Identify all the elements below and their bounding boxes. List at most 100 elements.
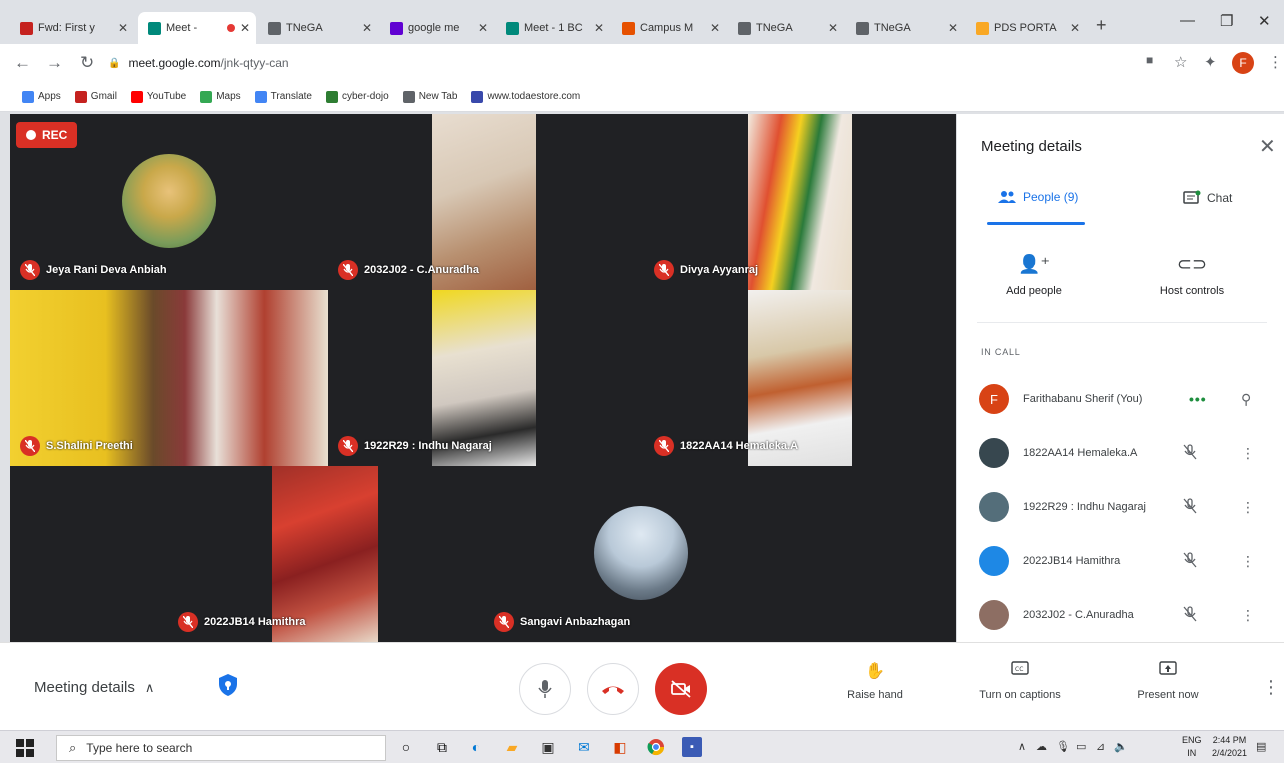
volume-icon[interactable]: 🔈 <box>1114 740 1128 753</box>
mic-tray-icon[interactable]: 🎙 <box>1056 740 1070 753</box>
participant-tile[interactable]: 2032J02 - C.Anuradha <box>328 114 644 290</box>
more-options-icon[interactable]: ⋮ <box>1241 607 1255 624</box>
camera-toggle-button[interactable] <box>655 663 707 715</box>
close-tab-icon[interactable]: ✕ <box>828 21 838 35</box>
bookmark-item[interactable]: Maps <box>200 90 241 103</box>
browser-tab[interactable]: Meet - 1 BC ✕ <box>496 12 610 44</box>
close-tab-icon[interactable]: ✕ <box>1070 21 1080 35</box>
participant-row[interactable]: 2022JB14 Hamithra ⋮ <box>957 534 1284 588</box>
bookmark-item[interactable]: www.todaestore.com <box>471 90 580 103</box>
present-now-button[interactable]: Present now <box>1118 661 1218 701</box>
mic-off-icon[interactable] <box>1183 443 1197 463</box>
camera-icon[interactable]: ■ <box>1146 53 1153 67</box>
translate-icon <box>254 90 267 103</box>
browser-tab[interactable]: google me ✕ <box>380 12 494 44</box>
forward-button[interactable]: → <box>46 53 63 73</box>
network-icon[interactable]: ⊿ <box>1096 740 1105 753</box>
taskbar-search-box[interactable]: ⌕ Type here to search <box>56 735 386 761</box>
mic-off-icon[interactable] <box>1183 497 1197 517</box>
more-options-icon[interactable]: ⋮ <box>1241 445 1255 462</box>
globe-icon <box>268 21 281 35</box>
back-button[interactable]: ← <box>14 53 31 73</box>
mail-icon[interactable]: ✉ <box>574 737 594 757</box>
maximize-button[interactable]: ❐ <box>1220 12 1233 30</box>
close-tab-icon[interactable]: ✕ <box>478 21 488 35</box>
more-options-icon[interactable]: ⋮ <box>1262 677 1280 698</box>
participant-tile[interactable]: 1922R29 : Indhu Nagaraj <box>328 290 644 466</box>
edge-icon[interactable]: ◐ <box>466 737 486 757</box>
close-tab-icon[interactable]: ✕ <box>240 21 250 35</box>
address-bar[interactable]: 🔒 meet.google.com/jnk-qtyy-can <box>108 50 1118 76</box>
shield-icon[interactable] <box>218 673 238 697</box>
close-tab-icon[interactable]: ✕ <box>710 21 720 35</box>
record-dot-icon <box>26 130 36 140</box>
meet-app-icon[interactable]: ▪ <box>682 737 702 757</box>
office-icon[interactable]: ◧ <box>610 737 630 757</box>
close-window-button[interactable]: ✕ <box>1258 12 1271 30</box>
file-explorer-icon[interactable]: ▰ <box>502 737 522 757</box>
close-tab-icon[interactable]: ✕ <box>362 21 372 35</box>
participant-row[interactable]: 1922R29 : Indhu Nagaraj ⋮ <box>957 480 1284 534</box>
new-tab-button[interactable]: + <box>1096 15 1107 36</box>
participant-row[interactable]: 1822AA14 Hemaleka.A ⋮ <box>957 426 1284 480</box>
participant-tile[interactable]: Divya Ayyanraj <box>644 114 956 290</box>
bookmark-star-icon[interactable]: ☆ <box>1174 53 1187 71</box>
clock[interactable]: 2:44 PM 2/4/2021 <box>1212 734 1247 760</box>
participant-tile[interactable]: S.Shalini Preethi <box>10 290 328 466</box>
participant-tile[interactable]: 2022JB14 Hamithra <box>168 466 484 642</box>
browser-tab[interactable]: Fwd: First y ✕ <box>10 12 134 44</box>
bookmark-item[interactable]: Gmail <box>74 90 117 103</box>
tab-chat[interactable]: Chat <box>1183 190 1232 206</box>
chrome-icon[interactable] <box>646 737 666 757</box>
browser-menu-icon[interactable]: ⋮ <box>1268 53 1283 71</box>
meeting-details-toggle[interactable]: Meeting details ∧ <box>34 679 154 696</box>
add-people-button[interactable]: 👤⁺ Add people <box>979 254 1089 297</box>
bookmark-item[interactable]: New Tab <box>402 90 457 103</box>
microphone-button[interactable] <box>519 663 571 715</box>
browser-tab[interactable]: TNeGA ✕ <box>728 12 844 44</box>
bookmark-item[interactable]: YouTube <box>130 90 186 103</box>
browser-tab[interactable]: Campus M ✕ <box>612 12 726 44</box>
browser-tab[interactable]: PDS PORTA ✕ <box>966 12 1086 44</box>
browser-tab[interactable]: Meet - ✕ <box>138 12 256 44</box>
participant-row[interactable]: 2032J02 - C.Anuradha ⋮ <box>957 588 1284 642</box>
raise-hand-button[interactable]: ✋ Raise hand <box>830 661 920 701</box>
language-indicator[interactable]: ENG IN <box>1182 734 1202 760</box>
close-tab-icon[interactable]: ✕ <box>594 21 604 35</box>
host-controls-button[interactable]: ⊂⊃ Host controls <box>1137 254 1247 297</box>
more-options-icon[interactable]: ⋮ <box>1241 499 1255 516</box>
extensions-icon[interactable]: ✦ <box>1204 53 1217 71</box>
bookmark-item[interactable]: Apps <box>22 90 61 103</box>
participant-row[interactable]: F Farithabanu Sherif (You) ••• ⚲ <box>957 372 1284 426</box>
close-tab-icon[interactable]: ✕ <box>118 21 128 35</box>
participant-tile[interactable]: Sangavi Anbazhagan <box>484 466 800 642</box>
task-view-icon[interactable]: ⧉ <box>432 737 452 757</box>
more-options-icon[interactable]: ⋮ <box>1241 553 1255 570</box>
tray-chevron-icon[interactable]: ∧ <box>1018 740 1026 753</box>
notifications-icon[interactable]: ▤ <box>1256 740 1266 753</box>
captions-button[interactable]: CC Turn on captions <box>960 661 1080 701</box>
reload-button[interactable]: ↻ <box>80 53 94 73</box>
cortana-icon[interactable]: ○ <box>396 737 416 757</box>
divider <box>977 322 1267 323</box>
windows-start-icon[interactable] <box>16 739 34 757</box>
battery-icon[interactable]: ▭ <box>1076 740 1086 753</box>
participant-tile[interactable]: 1822AA14 Hemaleka.A <box>644 290 956 466</box>
mic-off-icon[interactable] <box>1183 605 1197 625</box>
bookmark-item[interactable]: cyber-dojo <box>326 90 389 103</box>
browser-tab[interactable]: TNeGA ✕ <box>846 12 964 44</box>
minimize-button[interactable]: — <box>1180 12 1195 29</box>
tab-people[interactable]: People (9) <box>997 190 1078 204</box>
close-panel-icon[interactable]: ✕ <box>1259 134 1276 159</box>
participant-avatar <box>594 506 688 600</box>
onedrive-icon[interactable]: ☁ <box>1036 740 1047 753</box>
store-icon[interactable]: ▣ <box>538 737 558 757</box>
leave-call-button[interactable] <box>587 663 639 715</box>
pin-icon[interactable]: ⚲ <box>1241 391 1251 408</box>
close-tab-icon[interactable]: ✕ <box>948 21 958 35</box>
browser-tab[interactable]: TNeGA ✕ <box>258 12 378 44</box>
mic-off-icon <box>338 260 358 280</box>
mic-off-icon[interactable] <box>1183 551 1197 571</box>
bookmark-item[interactable]: Translate <box>254 90 312 103</box>
profile-avatar[interactable]: F <box>1232 52 1254 74</box>
